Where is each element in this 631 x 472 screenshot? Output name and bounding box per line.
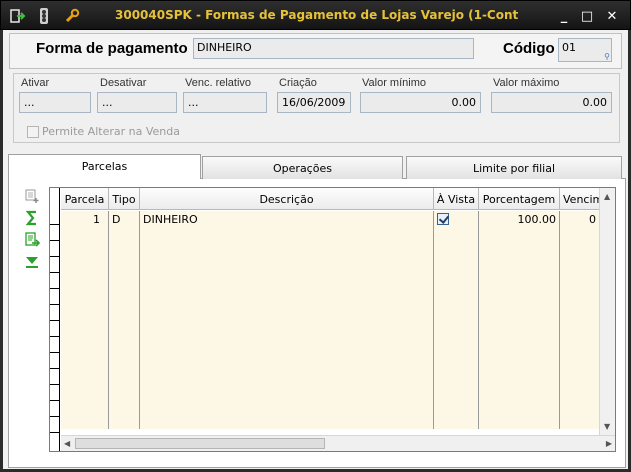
valor-minimo-label: Valor mínimo bbox=[362, 77, 426, 89]
a-vista-checkbox[interactable] bbox=[437, 213, 449, 225]
tab-limite-filial[interactable]: Limite por filial bbox=[406, 156, 622, 179]
col-porcentagem[interactable]: Porcentagem bbox=[479, 188, 560, 210]
desativar-label: Desativar bbox=[100, 77, 147, 89]
export-icon[interactable] bbox=[23, 231, 41, 249]
add-row-icon[interactable] bbox=[23, 187, 41, 205]
wrench-icon[interactable] bbox=[63, 7, 81, 25]
lookup-icon[interactable]: ⚲ bbox=[604, 52, 610, 61]
criacao-field[interactable]: 16/06/2009 bbox=[277, 92, 351, 113]
permite-alterar-row[interactable]: Permite Alterar na Venda bbox=[27, 125, 180, 138]
permite-alterar-checkbox[interactable] bbox=[27, 125, 39, 138]
traffic-light-icon[interactable] bbox=[35, 7, 53, 25]
venc-field[interactable]: ... bbox=[183, 92, 267, 113]
permite-alterar-label: Permite Alterar na Venda bbox=[42, 125, 180, 138]
codigo-field[interactable]: 01 ⚲ bbox=[558, 38, 612, 62]
forma-label: Forma de pagamento bbox=[36, 40, 188, 57]
grid-toolbar bbox=[23, 187, 45, 275]
col-tipo[interactable]: Tipo bbox=[109, 188, 140, 210]
tab-operacoes[interactable]: Operações bbox=[202, 156, 403, 179]
maximize-button[interactable]: □ bbox=[578, 8, 596, 24]
horizontal-scrollbar[interactable]: ◀ ▶ bbox=[61, 435, 615, 451]
cell-descricao[interactable]: DINHEIRO bbox=[140, 211, 434, 429]
window-title: 300040SPK - Formas de Pagamento de Lojas… bbox=[115, 8, 519, 22]
row-indicator-column bbox=[50, 188, 60, 451]
cell-tipo[interactable]: D bbox=[109, 211, 140, 429]
close-button[interactable]: ✕ bbox=[603, 8, 621, 24]
parcelas-grid[interactable]: Parcela Tipo Descrição À Vista Porcentag… bbox=[49, 187, 616, 452]
valor-minimo-field[interactable]: 0.00 bbox=[360, 92, 481, 113]
desativar-field[interactable]: ... bbox=[97, 92, 177, 113]
tab-parcelas[interactable]: Parcelas bbox=[8, 154, 201, 179]
cell-a-vista[interactable] bbox=[434, 211, 479, 429]
scroll-down-arrow[interactable]: ▼ bbox=[604, 422, 610, 431]
title-bar: 300040SPK - Formas de Pagamento de Lojas… bbox=[0, 0, 631, 30]
scroll-up-arrow[interactable]: ▲ bbox=[604, 192, 610, 201]
cell-parcela[interactable]: 1 bbox=[61, 211, 109, 429]
sum-icon[interactable] bbox=[23, 209, 41, 227]
exit-icon[interactable] bbox=[9, 7, 27, 25]
col-vencimento[interactable]: Vencime bbox=[560, 188, 600, 210]
codigo-label: Código bbox=[503, 40, 555, 57]
scroll-left-arrow[interactable]: ◀ bbox=[64, 439, 70, 448]
ativar-field[interactable]: ... bbox=[19, 92, 91, 113]
cell-porcentagem[interactable]: 100.00 bbox=[479, 211, 560, 429]
minimize-button[interactable]: _ bbox=[555, 8, 573, 24]
venc-label: Venc. relativo bbox=[185, 77, 252, 89]
criacao-label: Criação bbox=[279, 77, 317, 89]
horizontal-scroll-thumb[interactable] bbox=[75, 438, 325, 449]
cell-vencimento[interactable]: 0 bbox=[560, 211, 600, 429]
col-parcela[interactable]: Parcela bbox=[61, 188, 109, 210]
vertical-scrollbar[interactable]: ▲ ▼ bbox=[599, 188, 615, 435]
move-last-icon[interactable] bbox=[23, 253, 41, 271]
codigo-value: 01 bbox=[562, 41, 576, 54]
ativar-label: Ativar bbox=[21, 77, 50, 89]
valor-maximo-field[interactable]: 0.00 bbox=[491, 92, 612, 113]
scroll-right-arrow[interactable]: ▶ bbox=[606, 439, 612, 448]
window-client: Forma de pagamento DINHEIRO Código 01 ⚲ … bbox=[3, 30, 628, 469]
col-a-vista[interactable]: À Vista bbox=[434, 188, 479, 210]
col-descricao[interactable]: Descrição bbox=[140, 188, 434, 210]
forma-field[interactable]: DINHEIRO bbox=[193, 38, 474, 59]
valor-maximo-label: Valor máximo bbox=[493, 77, 560, 89]
